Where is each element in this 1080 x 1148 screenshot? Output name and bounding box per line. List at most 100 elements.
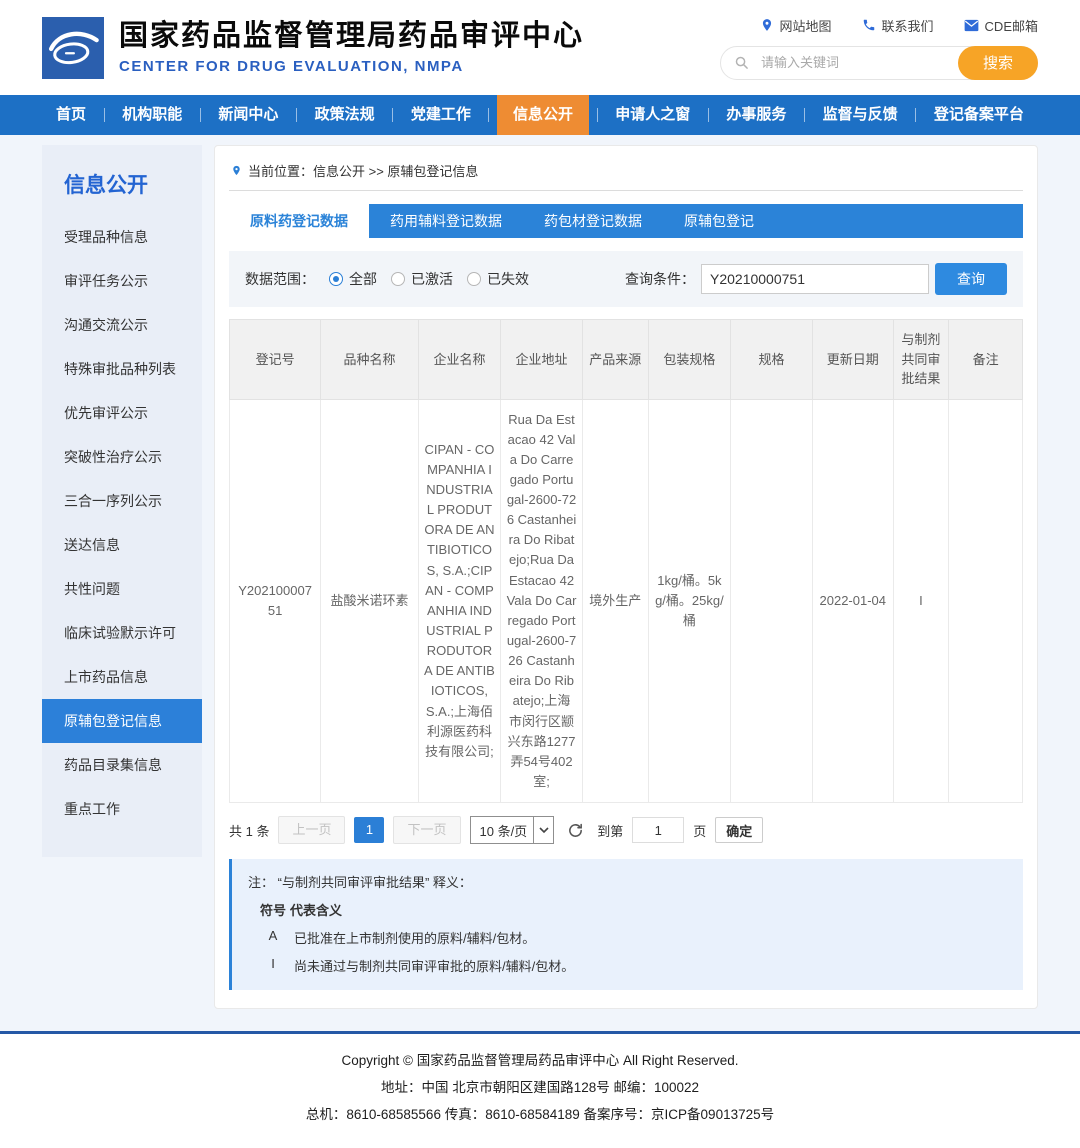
footer-copyright: Copyright © 国家药品监督管理局药品审评中心 All Right Re…	[0, 1047, 1080, 1074]
nav-item-services[interactable]: 办事服务	[716, 95, 796, 135]
confirm-button[interactable]: 确定	[715, 817, 763, 843]
nav-separator	[392, 108, 393, 122]
location-pin-icon	[760, 18, 774, 32]
tab-api-registration[interactable]: 原料药登记数据	[229, 204, 369, 238]
table-row: Y20210000751 盐酸米诺环素 CIPAN - COMPANHIA IN…	[230, 399, 1023, 803]
radio-expired-circle-icon	[467, 272, 481, 286]
col-remark: 备注	[949, 320, 1023, 400]
cell-joint-approval-result: I	[893, 399, 949, 803]
nav-item-supervision[interactable]: 监督与反馈	[813, 95, 908, 135]
query-button[interactable]: 查询	[935, 263, 1007, 295]
prev-page-button[interactable]: 上一页	[278, 816, 345, 844]
site-title: 国家药品监督管理局药品审评中心	[119, 20, 584, 53]
sidebar-item-three-in-one[interactable]: 三合一序列公示	[42, 479, 202, 523]
radio-activated-label: 已激活	[411, 269, 453, 289]
sidebar-item-special-approval[interactable]: 特殊审批品种列表	[42, 347, 202, 391]
swan-swoosh-icon	[45, 20, 101, 76]
note-meaning-a: 已批准在上市制剂使用的原料/辅料/包材。	[294, 928, 535, 947]
next-page-button[interactable]: 下一页	[393, 816, 460, 844]
note-meaning-header: 代表含义	[290, 900, 342, 919]
site-header: 国家药品监督管理局药品审评中心 CENTER FOR DRUG EVALUATI…	[0, 0, 1080, 95]
nav-item-news[interactable]: 新闻中心	[208, 95, 288, 135]
tab-excipient-registration[interactable]: 药用辅料登记数据	[369, 204, 523, 238]
query-condition-input[interactable]	[701, 264, 929, 294]
sidebar-item-communication[interactable]: 沟通交流公示	[42, 303, 202, 347]
sidebar-item-priority-review[interactable]: 优先审评公示	[42, 391, 202, 435]
sidebar-item-clinical-trial-permit[interactable]: 临床试验默示许可	[42, 611, 202, 655]
brand: 国家药品监督管理局药品审评中心 CENTER FOR DRUG EVALUATI…	[42, 17, 584, 79]
search-button[interactable]: 搜索	[958, 46, 1038, 80]
nav-item-registration-platform[interactable]: 登记备案平台	[924, 95, 1034, 135]
cell-company-name: CIPAN - COMPANHIA INDUSTRIAL PRODUTORA D…	[418, 399, 500, 803]
query-condition-label: 查询条件：	[625, 269, 695, 289]
sidebar: 信息公开 受理品种信息 审评任务公示 沟通交流公示 特殊审批品种列表 优先审评公…	[42, 145, 202, 857]
page-size-select[interactable]: 10 条/页	[470, 816, 555, 844]
nav-separator	[708, 108, 709, 122]
note-row-a: A 已批准在上市制剂使用的原料/辅料/包材。	[248, 928, 1007, 947]
breadcrumb-pin-icon	[231, 164, 242, 177]
sidebar-item-drug-catalog[interactable]: 药品目录集信息	[42, 743, 202, 787]
refresh-icon[interactable]	[567, 822, 584, 839]
nav-separator	[915, 108, 916, 122]
goto-page-input[interactable]	[632, 817, 684, 843]
mail-icon	[964, 19, 979, 32]
phone-icon	[862, 18, 876, 32]
page-size-value: 10 条/页	[471, 821, 534, 840]
cell-product-source: 境外生产	[582, 399, 648, 803]
table-header-row: 登记号 品种名称 企业名称 企业地址 产品来源 包装规格 规格 更新日期 与制剂…	[230, 320, 1023, 400]
note-title: 注： “与制剂共同审评审批结果” 释义：	[248, 872, 1007, 891]
sidebar-item-marketed-drugs[interactable]: 上市药品信息	[42, 655, 202, 699]
quick-links: 网站地图 联系我们 CDE邮箱	[760, 16, 1038, 35]
radio-activated[interactable]: 已激活	[391, 269, 453, 289]
content-area: 信息公开 受理品种信息 审评任务公示 沟通交流公示 特殊审批品种列表 优先审评公…	[0, 135, 1080, 1031]
cell-spec	[731, 399, 813, 803]
sidebar-item-raw-material-registration[interactable]: 原辅包登记信息	[42, 699, 202, 743]
cell-registration-number: Y20210000751	[230, 399, 321, 803]
nav-item-applicant-window[interactable]: 申请人之窗	[605, 95, 700, 135]
nav-item-home[interactable]: 首页	[46, 95, 96, 135]
sidebar-item-accepted-varieties[interactable]: 受理品种信息	[42, 215, 202, 259]
radio-all[interactable]: 全部	[329, 269, 377, 289]
cell-update-date: 2022-01-04	[812, 399, 893, 803]
sidebar-item-key-work[interactable]: 重点工作	[42, 787, 202, 831]
sidebar-item-breakthrough-therapy[interactable]: 突破性治疗公示	[42, 435, 202, 479]
col-spec: 规格	[731, 320, 813, 400]
page-number-1[interactable]: 1	[354, 817, 384, 843]
sidebar-item-delivery-info[interactable]: 送达信息	[42, 523, 202, 567]
nav-item-info-disclosure[interactable]: 信息公开	[497, 95, 589, 135]
sidebar-item-common-issues[interactable]: 共性问题	[42, 567, 202, 611]
footer-address: 地址：中国 北京市朝阳区建国路128号 邮编：100022	[0, 1074, 1080, 1101]
col-company-name: 企业名称	[418, 320, 500, 400]
filter-bar: 数据范围： 全部 已激活 已失效 查询条件： 查询	[229, 251, 1023, 307]
col-registration-number: 登记号	[230, 320, 321, 400]
nav-item-policies[interactable]: 政策法规	[305, 95, 385, 135]
sidebar-item-review-tasks[interactable]: 审评任务公示	[42, 259, 202, 303]
footer-contact: 总机：8610-68585566 传真：8610-68584189 备案序号：京…	[0, 1101, 1080, 1128]
sitemap-link[interactable]: 网站地图	[760, 16, 832, 35]
nav-item-functions[interactable]: 机构职能	[112, 95, 192, 135]
note-row-i: I 尚未通过与制剂共同审评审批的原料/辅料/包材。	[248, 956, 1007, 975]
col-company-address: 企业地址	[501, 320, 583, 400]
results-table: 登记号 品种名称 企业名称 企业地址 产品来源 包装规格 规格 更新日期 与制剂…	[229, 319, 1023, 803]
cell-company-address: Rua Da Estacao 42 Vala Do Carregado Port…	[501, 399, 583, 803]
site-footer: Copyright © 国家药品监督管理局药品审评中心 All Right Re…	[0, 1034, 1080, 1148]
pagination: 共 1 条 上一页 1 下一页 10 条/页 到第 页 确定	[229, 816, 1023, 844]
contact-link[interactable]: 联系我们	[862, 16, 934, 35]
nav-separator	[597, 108, 598, 122]
breadcrumb: 当前位置：信息公开 >> 原辅包登记信息	[229, 159, 1023, 191]
total-count: 共 1 条	[229, 821, 269, 840]
page-unit-label: 页	[693, 821, 706, 840]
tab-raw-material-registration[interactable]: 原辅包登记	[663, 204, 775, 238]
nav-separator	[804, 108, 805, 122]
tab-packaging-registration[interactable]: 药包材登记数据	[523, 204, 663, 238]
cde-logo[interactable]	[42, 17, 104, 79]
radio-expired[interactable]: 已失效	[467, 269, 529, 289]
radio-expired-label: 已失效	[487, 269, 529, 289]
note-symbol-header: 符号	[256, 900, 290, 919]
site-subtitle: CENTER FOR DRUG EVALUATION, NMPA	[119, 58, 584, 75]
nav-item-party[interactable]: 党建工作	[401, 95, 481, 135]
nav-separator	[200, 108, 201, 122]
col-joint-approval-result: 与制剂共同审批结果	[893, 320, 949, 400]
mailbox-link[interactable]: CDE邮箱	[964, 16, 1038, 35]
note-symbol-a: A	[256, 928, 290, 947]
